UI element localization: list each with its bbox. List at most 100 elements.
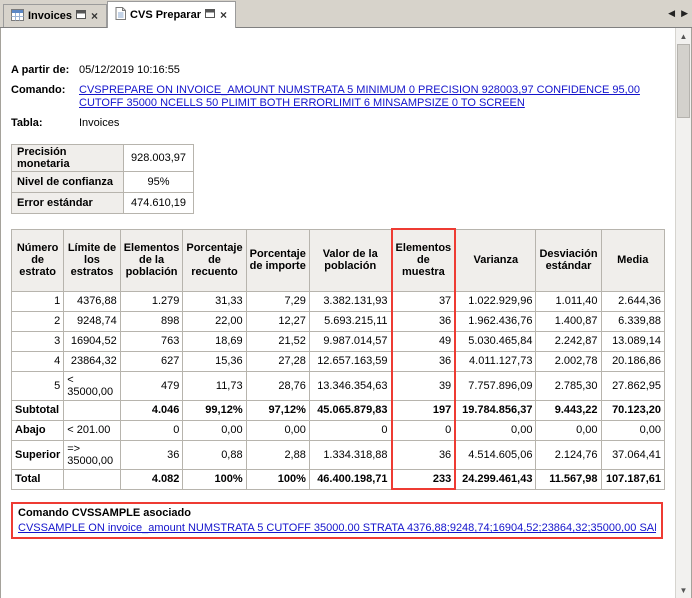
tab-scroll-left-icon[interactable]: ◀ [668, 8, 675, 19]
close-icon[interactable]: × [219, 10, 228, 20]
table-cell: 627 [120, 351, 183, 371]
table-cell: Subtotal [12, 400, 64, 420]
tab-label: Invoices [28, 10, 72, 22]
summary-row: Error estándar 474.610,19 [12, 193, 194, 214]
column-header: Media [601, 229, 664, 291]
summary-label: Nivel de confianza [12, 172, 124, 193]
table-row: 14376,881.27931,337,293.382.131,93371.02… [12, 291, 665, 311]
table-cell: 7,29 [246, 291, 309, 311]
table-row: 316904,5276318,6921,529.987.014,57495.03… [12, 331, 665, 351]
scroll-up-icon[interactable]: ▲ [676, 28, 691, 44]
table-cell: 46.400.198,71 [309, 469, 391, 489]
table-cell: 20.186,86 [601, 351, 664, 371]
table-cell: 5 [12, 371, 64, 400]
tab-bar: Invoices × CVS Preparar [0, 0, 692, 28]
table-cell: 16904,52 [64, 331, 120, 351]
table-cell: 4376,88 [64, 291, 120, 311]
table-cell: 2,88 [246, 440, 309, 469]
table-cell: 0,00 [601, 420, 664, 440]
table-cell: 21,52 [246, 331, 309, 351]
tab-scroll-arrows: ◀ ▶ [668, 8, 688, 19]
table-cell: 27.862,95 [601, 371, 664, 400]
table-cell: 3.382.131,93 [309, 291, 391, 311]
table-cell: 1 [12, 291, 64, 311]
table-cell: 11.567,98 [536, 469, 601, 489]
close-icon[interactable]: × [90, 11, 99, 21]
tab-scroll-right-icon[interactable]: ▶ [681, 8, 688, 19]
document-icon [115, 7, 126, 23]
table-cell: 4.082 [120, 469, 183, 489]
command-link[interactable]: CVSPREPARE ON INVOICE_AMOUNT NUMSTRATA 5… [79, 84, 665, 110]
from-value: 05/12/2019 10:16:55 [79, 64, 665, 77]
table-cell: 4.046 [120, 400, 183, 420]
table-cell: 763 [120, 331, 183, 351]
table-row: 423864,3262715,3627,2812.657.163,59364.0… [12, 351, 665, 371]
table-cell: 36 [392, 311, 456, 331]
table-cell: 37 [392, 291, 456, 311]
column-header: Porcentaje de recuento [183, 229, 246, 291]
summary-row: Nivel de confianza 95% [12, 172, 194, 193]
table-icon [11, 9, 24, 24]
table-cell: 1.011,40 [536, 291, 601, 311]
table-cell: 0 [120, 420, 183, 440]
table-cell: 0,00 [536, 420, 601, 440]
table-cell: 1.962.436,76 [455, 311, 536, 331]
table-cell: < 35000,00 [64, 371, 120, 400]
table-cell: 27,28 [246, 351, 309, 371]
table-cell: 37.064,41 [601, 440, 664, 469]
table-cell: 1.279 [120, 291, 183, 311]
table-cell: 13.346.354,63 [309, 371, 391, 400]
table-cell: Abajo [12, 420, 64, 440]
table-value: Invoices [79, 117, 665, 130]
table-cell: 2.124,76 [536, 440, 601, 469]
table-cell: 0,00 [183, 420, 246, 440]
from-field: A partir de: 05/12/2019 10:16:55 [11, 64, 665, 77]
tab-label: CVS Preparar [130, 9, 201, 21]
table-cell: 36 [392, 351, 456, 371]
cvssample-command-link[interactable]: CVSSAMPLE ON invoice_amount NUMSTRATA 5 … [18, 522, 656, 534]
table-cell: 5.693.215,11 [309, 311, 391, 331]
summary-label: Error estándar [12, 193, 124, 214]
vertical-scrollbar[interactable]: ▲ ▼ [675, 28, 691, 598]
table-cell: 4 [12, 351, 64, 371]
table-cell: 0 [309, 420, 391, 440]
tab-cvs-preparar[interactable]: CVS Preparar × [107, 1, 236, 28]
column-header: Varianza [455, 229, 536, 291]
table-cell [64, 400, 120, 420]
table-cell: 2.785,30 [536, 371, 601, 400]
summary-value: 95% [124, 172, 194, 193]
table-cell: 0,00 [246, 420, 309, 440]
table-cell: 1.334.318,88 [309, 440, 391, 469]
table-cell: 2.644,36 [601, 291, 664, 311]
scroll-down-icon[interactable]: ▼ [676, 582, 691, 598]
table-cell: 100% [183, 469, 246, 489]
table-cell: 23864,32 [64, 351, 120, 371]
results-pane: A partir de: 05/12/2019 10:16:55 Comando… [0, 28, 692, 598]
table-cell: 70.123,20 [601, 400, 664, 420]
table-cell: 49 [392, 331, 456, 351]
summary-row: Precisión monetaria 928.003,97 [12, 145, 194, 172]
table-cell: Total [12, 469, 64, 489]
cvssample-title: Comando CVSSAMPLE asociado [18, 507, 656, 519]
table-row: 5< 35000,0047911,7328,7613.346.354,63397… [12, 371, 665, 400]
table-cell: Superior [12, 440, 64, 469]
table-cell [64, 469, 120, 489]
table-cell: 1.400,87 [536, 311, 601, 331]
table-cell: 2.002,78 [536, 351, 601, 371]
table-cell: 233 [392, 469, 456, 489]
table-cell: 4.011.127,73 [455, 351, 536, 371]
table-cell: 24.299.461,43 [455, 469, 536, 489]
tab-invoices[interactable]: Invoices × [3, 4, 107, 27]
window-icon [205, 9, 215, 21]
table-cell: 7.757.896,09 [455, 371, 536, 400]
table-cell: 0 [392, 420, 456, 440]
table-cell: 11,73 [183, 371, 246, 400]
table-cell: 12.657.163,59 [309, 351, 391, 371]
column-header: Elementos de muestra [392, 229, 456, 291]
scrollbar-thumb[interactable] [677, 44, 690, 118]
window-icon [76, 10, 86, 22]
table-cell: 197 [392, 400, 456, 420]
table-cell: 4.514.605,06 [455, 440, 536, 469]
summary-table: Precisión monetaria 928.003,97 Nivel de … [11, 144, 194, 214]
column-header: Porcentaje de importe [246, 229, 309, 291]
